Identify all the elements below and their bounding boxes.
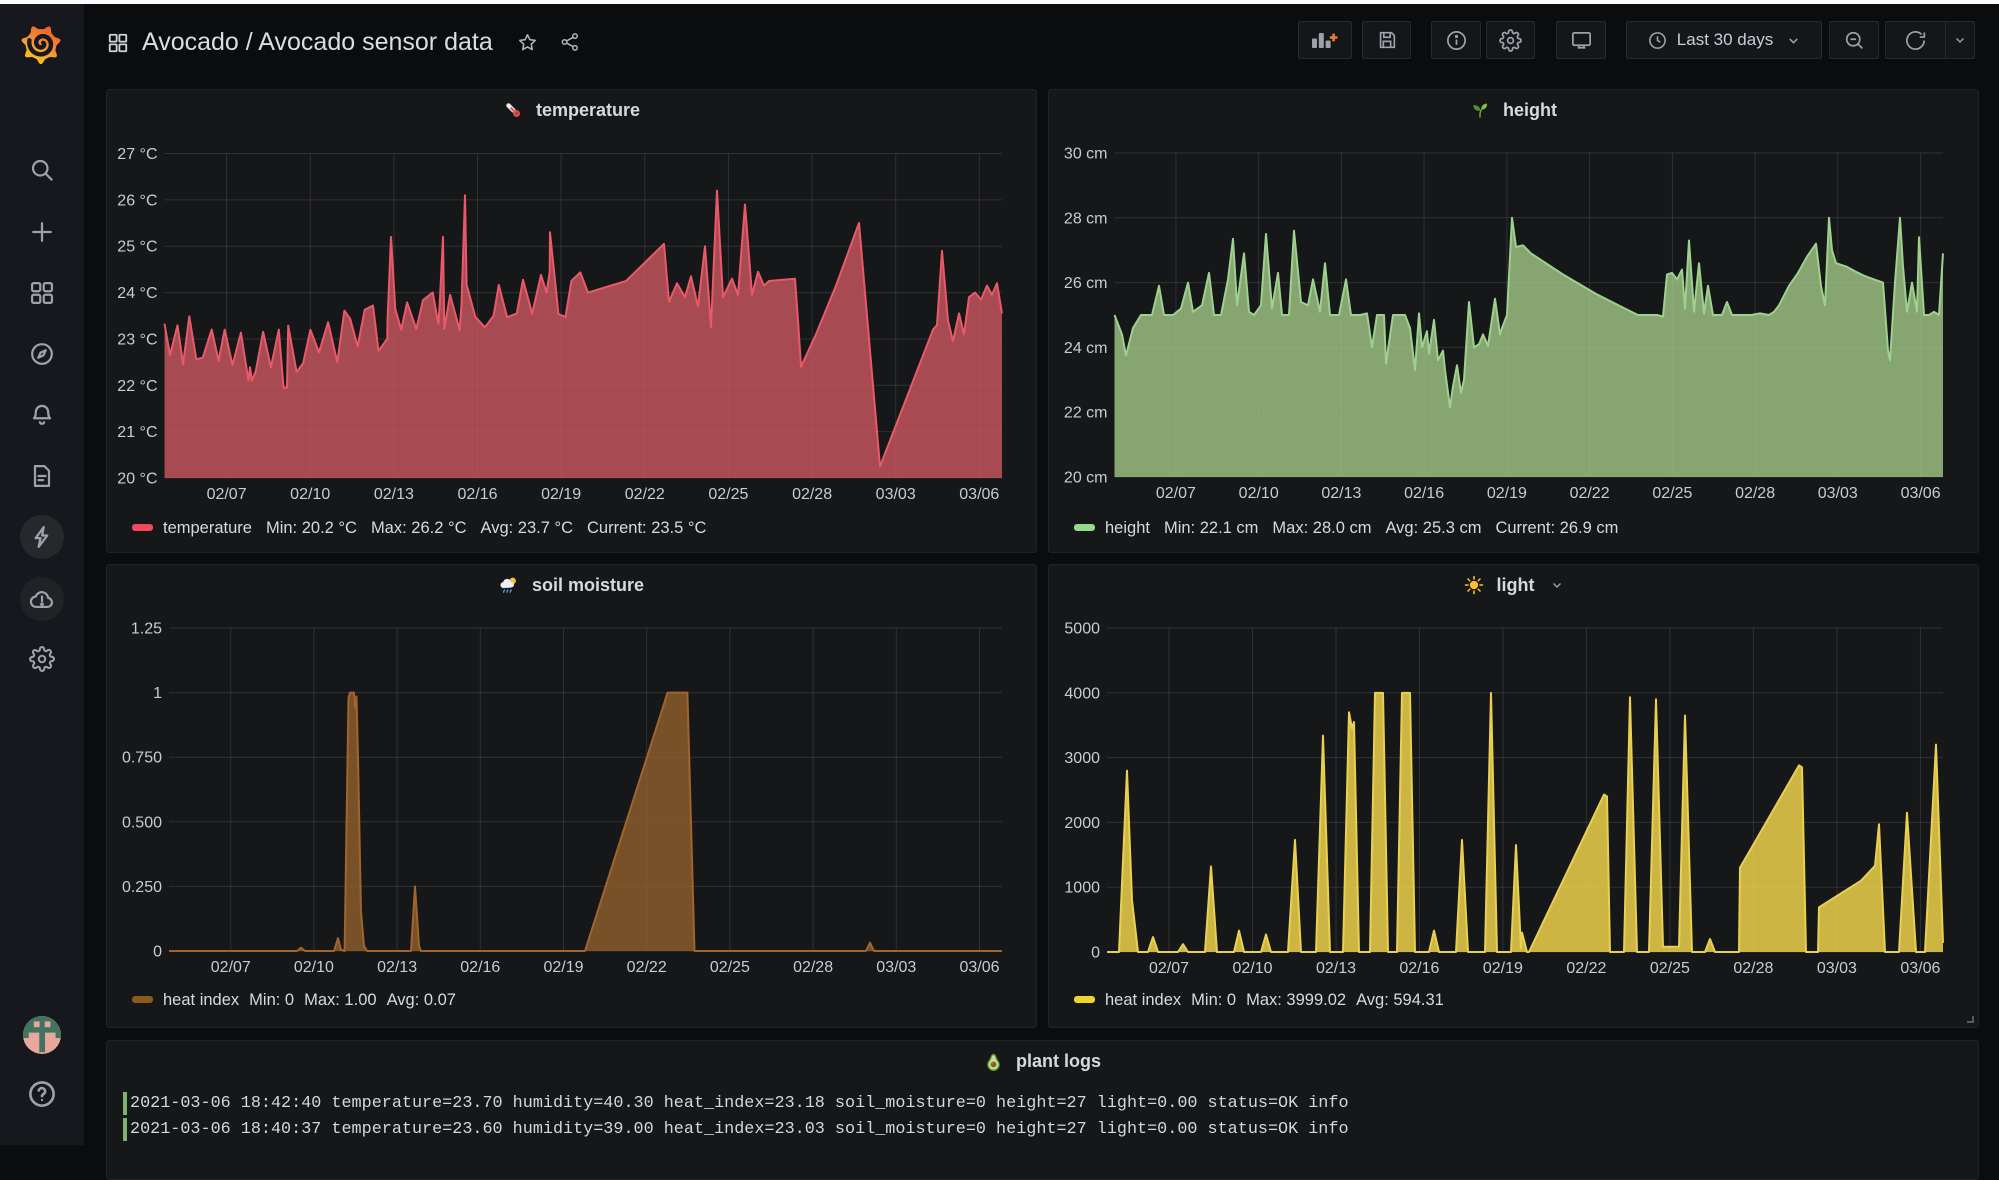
- svg-text:0: 0: [1091, 945, 1100, 962]
- svg-text:02/25: 02/25: [710, 959, 750, 976]
- svg-text:03/06: 03/06: [1901, 485, 1941, 502]
- svg-text:24 °C: 24 °C: [117, 285, 157, 302]
- svg-text:1: 1: [153, 685, 162, 702]
- svg-text:02/19: 02/19: [1487, 485, 1527, 502]
- svg-text:30 cm: 30 cm: [1064, 146, 1108, 163]
- svg-text:5000: 5000: [1064, 621, 1100, 638]
- svg-text:0.250: 0.250: [122, 879, 162, 896]
- svg-text:3000: 3000: [1064, 750, 1100, 767]
- svg-text:27 °C: 27 °C: [117, 146, 157, 163]
- svg-text:03/03: 03/03: [876, 959, 916, 976]
- svg-text:4000: 4000: [1064, 685, 1100, 702]
- svg-text:03/03: 03/03: [1818, 485, 1858, 502]
- svg-text:02/16: 02/16: [1399, 960, 1439, 977]
- svg-text:26 °C: 26 °C: [117, 192, 157, 209]
- svg-text:02/07: 02/07: [1149, 960, 1189, 977]
- svg-text:02/16: 02/16: [457, 486, 497, 503]
- svg-text:02/07: 02/07: [207, 486, 247, 503]
- svg-text:03/03: 03/03: [876, 486, 916, 503]
- svg-text:02/13: 02/13: [1321, 485, 1361, 502]
- svg-text:02/10: 02/10: [1232, 960, 1272, 977]
- svg-text:02/22: 02/22: [1570, 485, 1610, 502]
- svg-text:2000: 2000: [1064, 815, 1100, 832]
- svg-text:02/10: 02/10: [294, 959, 334, 976]
- svg-text:0.500: 0.500: [122, 814, 162, 831]
- svg-text:28 cm: 28 cm: [1064, 210, 1108, 227]
- svg-text:02/13: 02/13: [374, 486, 414, 503]
- svg-text:02/13: 02/13: [1316, 960, 1356, 977]
- svg-text:02/28: 02/28: [1733, 960, 1773, 977]
- svg-text:02/22: 02/22: [1566, 960, 1606, 977]
- svg-text:02/07: 02/07: [211, 959, 251, 976]
- svg-text:0: 0: [153, 944, 162, 961]
- svg-text:22 °C: 22 °C: [117, 378, 157, 395]
- svg-text:02/10: 02/10: [290, 486, 330, 503]
- svg-text:02/22: 02/22: [627, 959, 667, 976]
- svg-text:02/13: 02/13: [377, 959, 417, 976]
- svg-text:23 °C: 23 °C: [117, 331, 157, 348]
- svg-text:02/19: 02/19: [543, 959, 583, 976]
- svg-text:0.750: 0.750: [122, 750, 162, 767]
- svg-text:24 cm: 24 cm: [1064, 340, 1108, 357]
- svg-text:02/10: 02/10: [1239, 485, 1279, 502]
- svg-text:22 cm: 22 cm: [1064, 405, 1108, 422]
- svg-text:02/25: 02/25: [708, 486, 748, 503]
- svg-text:02/25: 02/25: [1650, 960, 1690, 977]
- svg-text:03/06: 03/06: [959, 959, 999, 976]
- svg-text:02/22: 02/22: [625, 486, 665, 503]
- svg-text:02/25: 02/25: [1652, 485, 1692, 502]
- svg-text:26 cm: 26 cm: [1064, 275, 1108, 292]
- svg-text:02/16: 02/16: [1404, 485, 1444, 502]
- svg-text:20 °C: 20 °C: [117, 471, 157, 488]
- svg-text:02/07: 02/07: [1156, 485, 1196, 502]
- svg-text:02/28: 02/28: [793, 959, 833, 976]
- svg-text:1.25: 1.25: [131, 621, 162, 638]
- svg-text:02/19: 02/19: [1483, 960, 1523, 977]
- svg-text:02/16: 02/16: [460, 959, 500, 976]
- svg-text:02/28: 02/28: [792, 486, 832, 503]
- svg-text:03/06: 03/06: [959, 486, 999, 503]
- svg-text:1000: 1000: [1064, 880, 1100, 897]
- svg-text:25 °C: 25 °C: [117, 239, 157, 256]
- svg-text:02/28: 02/28: [1735, 485, 1775, 502]
- svg-text:21 °C: 21 °C: [117, 424, 157, 441]
- svg-text:02/19: 02/19: [541, 486, 581, 503]
- svg-text:03/06: 03/06: [1900, 960, 1940, 977]
- svg-text:03/03: 03/03: [1817, 960, 1857, 977]
- svg-text:20 cm: 20 cm: [1064, 470, 1108, 487]
